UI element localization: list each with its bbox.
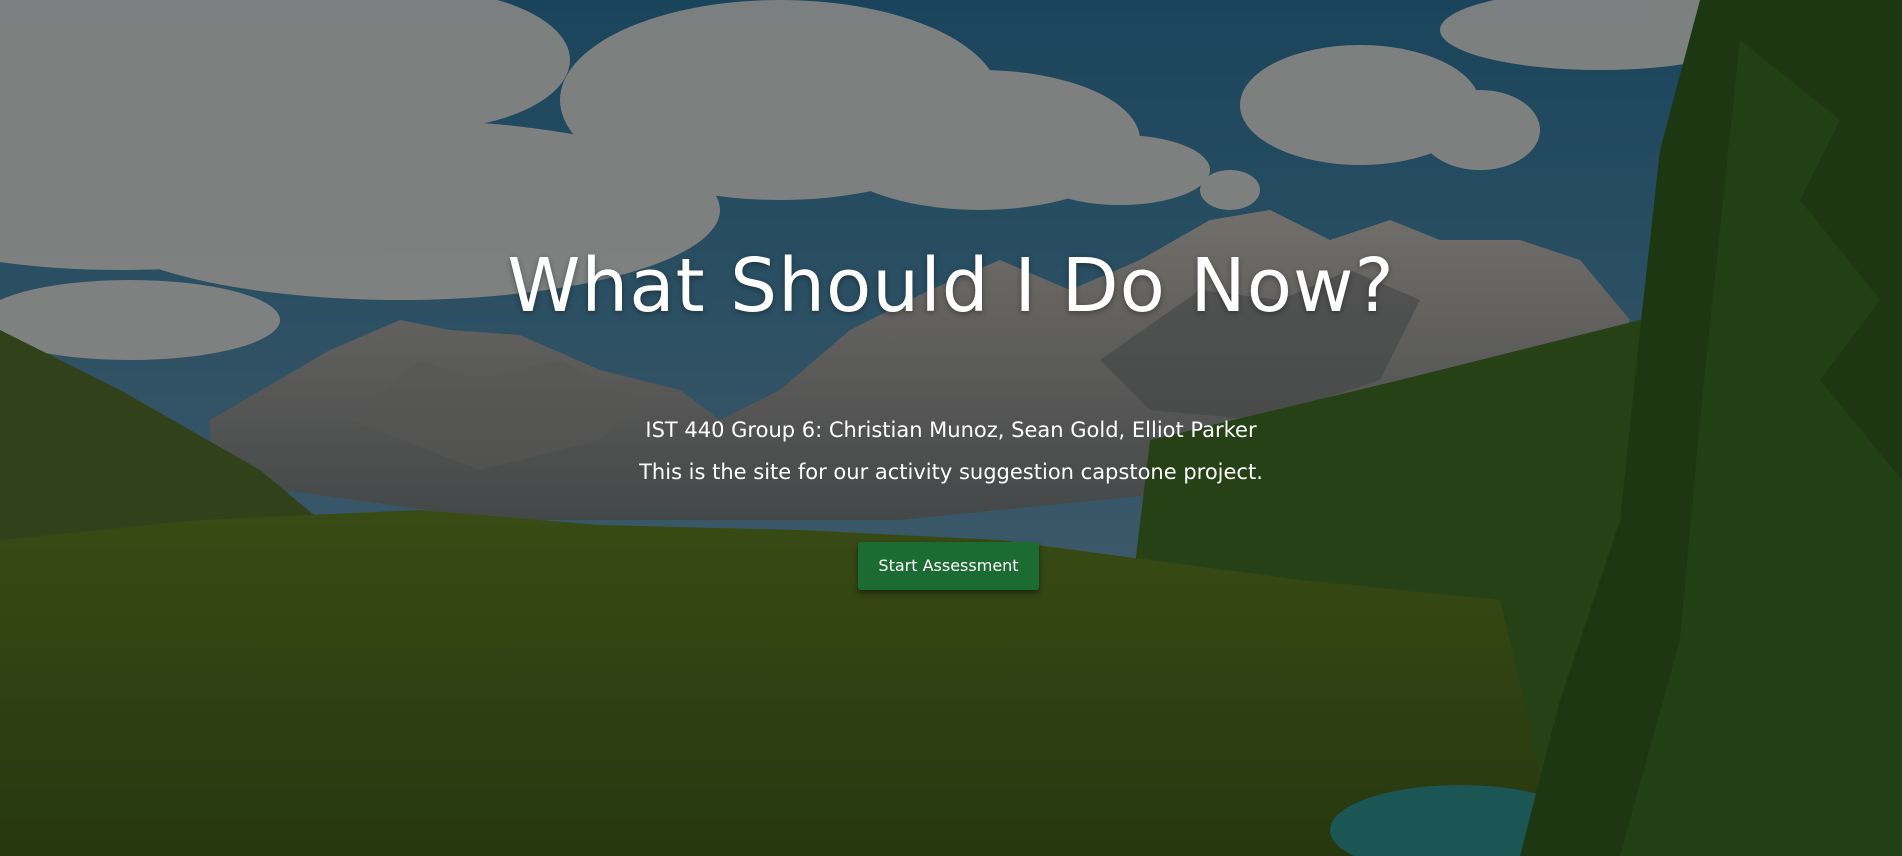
group-credits: IST 440 Group 6: Christian Munoz, Sean G… (645, 418, 1257, 442)
page-title: What Should I Do Now? (507, 243, 1395, 329)
start-assessment-button[interactable]: Start Assessment (858, 542, 1039, 590)
hero-section: What Should I Do Now? IST 440 Group 6: C… (0, 0, 1902, 856)
hero-content: What Should I Do Now? IST 440 Group 6: C… (0, 0, 1902, 856)
project-tagline: This is the site for our activity sugges… (639, 460, 1263, 484)
